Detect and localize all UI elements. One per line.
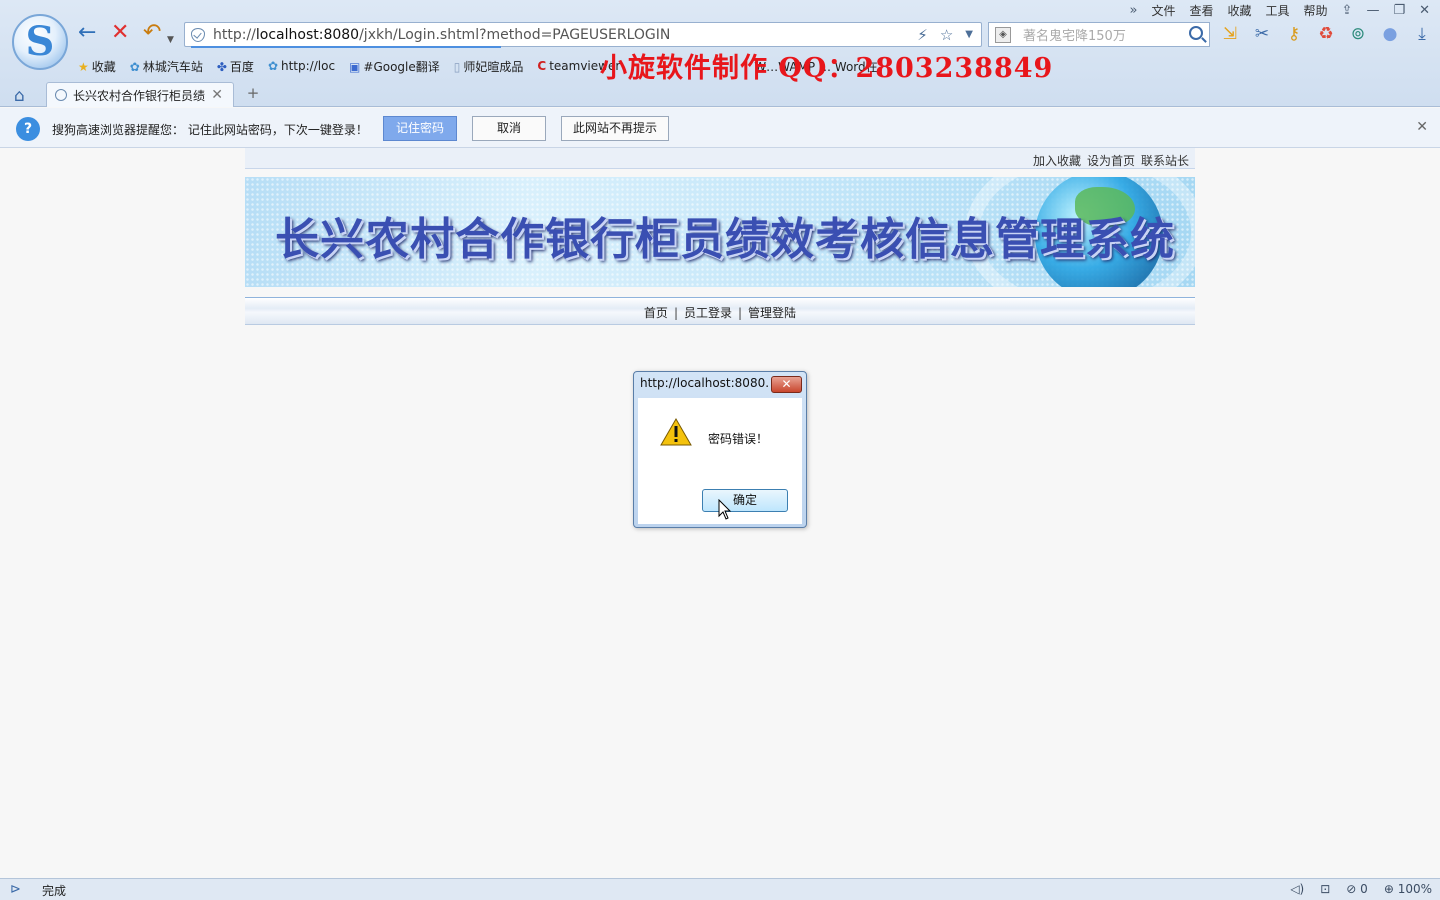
- undo-close-tab-icon[interactable]: ↶: [143, 22, 161, 44]
- login-icon[interactable]: ⇲: [1220, 24, 1240, 44]
- page-icon: ▯: [453, 59, 461, 74]
- site-icon: ✿: [129, 59, 140, 74]
- key-icon[interactable]: ⚷: [1284, 24, 1304, 44]
- site-top-strip: 加入收藏 设为首页 联系站长: [245, 148, 1195, 169]
- baidu-paw-icon: ✤: [216, 59, 227, 74]
- menu-overflow-icon[interactable]: »: [1129, 3, 1137, 18]
- ok-button[interactable]: 确定: [702, 489, 788, 512]
- dialog-close-icon[interactable]: ✕: [771, 376, 802, 393]
- add-favorite-link[interactable]: 加入收藏: [1033, 152, 1081, 169]
- browser-toolbar: S » 文件 查看 收藏 工具 帮助 ⇪ — ❐ ✕ ← ✕ ↶ ▼ http:…: [0, 0, 1440, 107]
- briefcase-icon[interactable]: ⊡: [1320, 882, 1330, 896]
- set-homepage-link[interactable]: 设为首页: [1087, 152, 1135, 169]
- screenshot-scissors-icon[interactable]: ✂: [1252, 24, 1272, 44]
- url-host: localhost:8080: [255, 26, 360, 43]
- nav-separator: |: [738, 306, 743, 320]
- undo-dropdown-icon[interactable]: ▼: [167, 29, 174, 51]
- sogou-browser-logo-icon[interactable]: S: [12, 14, 68, 70]
- nav-separator: |: [673, 306, 678, 320]
- notification-close-icon[interactable]: ✕: [1416, 119, 1428, 135]
- page-load-progress: [191, 46, 501, 48]
- cleaner-icon[interactable]: ♻: [1316, 24, 1336, 44]
- menu-view[interactable]: 查看: [1189, 2, 1213, 19]
- page-favicon-icon: [55, 89, 67, 101]
- home-icon[interactable]: ⌂: [14, 86, 25, 106]
- speed-mode-icon[interactable]: ⚡: [917, 26, 928, 44]
- password-save-notification: ? 搜狗高速浏览器提醒您： 记住此网站密码，下次一键登录！ 记住密码 取消 此网…: [0, 108, 1440, 148]
- nav-staff-login-link[interactable]: 员工登录: [684, 306, 732, 320]
- menu-tools[interactable]: 工具: [1266, 2, 1290, 19]
- restore-icon[interactable]: ❐: [1393, 3, 1405, 18]
- banner-title: 长兴农村合作银行柜员绩效考核信息管理系统: [275, 214, 1175, 265]
- zoom-level[interactable]: ⊕ 100%: [1384, 882, 1432, 896]
- stop-icon[interactable]: ✕: [111, 22, 129, 44]
- zoom-icon: ⊕: [1383, 882, 1398, 896]
- cancel-button[interactable]: 取消: [472, 116, 546, 141]
- status-text: 完成: [42, 884, 67, 898]
- address-url[interactable]: http://localhost:8080/jxkh/Login.shtml?m…: [213, 27, 670, 43]
- remember-password-button[interactable]: 记住密码: [383, 116, 457, 141]
- security-shield-icon: [191, 27, 205, 42]
- bookmark-item[interactable]: ★ 收藏: [78, 58, 116, 75]
- site-icon: ✿: [267, 59, 278, 73]
- menu-favorites[interactable]: 收藏: [1227, 2, 1251, 19]
- bookmark-item[interactable]: ✤ 百度: [217, 58, 254, 75]
- dialog-title: http://localhost:8080...: [640, 376, 768, 390]
- notification-message: 搜狗高速浏览器提醒您： 记住此网站密码，下次一键登录！: [52, 123, 368, 137]
- star-icon: ★: [78, 59, 89, 74]
- chat-bubble-icon[interactable]: ●: [1380, 24, 1400, 44]
- search-input[interactable]: 著名鬼宅降150万: [1023, 25, 1126, 44]
- red-c-icon: C: [537, 59, 547, 73]
- minimize-icon[interactable]: —: [1366, 3, 1379, 18]
- url-scheme: http://: [213, 26, 256, 43]
- mouse-pointer-icon: [718, 499, 732, 520]
- capture-icon[interactable]: ⊚: [1348, 24, 1368, 44]
- search-engine-icon[interactable]: ◈: [995, 26, 1011, 43]
- new-tab-icon[interactable]: +: [238, 84, 268, 104]
- menu-file[interactable]: 文件: [1151, 2, 1175, 19]
- adblock-icon: ⊘: [1346, 882, 1361, 896]
- nav-admin-login-link[interactable]: 管理登陆: [748, 306, 796, 320]
- download-icon[interactable]: ⤓: [1412, 24, 1432, 44]
- adblock-count[interactable]: ⊘ 0: [1346, 882, 1368, 896]
- nav-home-link[interactable]: 首页: [644, 306, 668, 320]
- translate-icon: ▣: [349, 59, 361, 74]
- tab-close-icon[interactable]: ✕: [211, 87, 223, 103]
- bookmark-item[interactable]: ✿ 林城汽车站: [130, 58, 203, 75]
- never-for-site-button[interactable]: 此网站不再提示: [561, 116, 669, 141]
- tab-title: 长兴农村合作银行柜员绩: [73, 88, 206, 103]
- browser-menu: » 文件 查看 收藏 工具 帮助 ⇪ — ❐ ✕: [1129, 2, 1430, 18]
- search-box[interactable]: ◈ 著名鬼宅降150万: [988, 22, 1210, 47]
- toolbar-extensions: ⇲ ✂ ⚷ ♻ ⊚ ● ⤓: [1220, 24, 1432, 44]
- bookmark-item[interactable]: ▯ 师妃暄成品: [454, 58, 524, 75]
- dialog-message: 密码错误！: [708, 432, 769, 446]
- search-icon[interactable]: [1189, 26, 1203, 40]
- address-dropdown-icon[interactable]: ▼: [965, 26, 973, 44]
- sound-icon[interactable]: ◁): [1290, 882, 1304, 896]
- back-arrow-icon[interactable]: ←: [78, 22, 96, 44]
- menu-help[interactable]: 帮助: [1304, 2, 1328, 19]
- bookmark-item[interactable]: ✿ http://loc: [268, 59, 335, 73]
- window-close-icon[interactable]: ✕: [1419, 3, 1430, 18]
- url-path: /jxkh/Login.shtml?method=PAGEUSERLOGIN: [359, 26, 671, 43]
- address-bar[interactable]: http://localhost:8080/jxkh/Login.shtml?m…: [184, 22, 982, 48]
- bookmark-star-icon[interactable]: ☆: [940, 26, 953, 44]
- skin-icon[interactable]: ⇪: [1342, 3, 1353, 18]
- site-banner: 长兴农村合作银行柜员绩效考核信息管理系统: [245, 177, 1195, 287]
- sidebar-toggle-icon[interactable]: ⊳: [10, 882, 21, 897]
- site-nav: 首页 | 员工登录 | 管理登陆: [245, 297, 1195, 325]
- tab-bar: ⌂ 长兴农村合作银行柜员绩 ✕ +: [0, 80, 1440, 107]
- tab-active[interactable]: 长兴农村合作银行柜员绩 ✕: [46, 82, 234, 107]
- warning-icon: [660, 418, 692, 446]
- bookmark-item[interactable]: ▣ #Google翻译: [349, 58, 440, 75]
- contact-admin-link[interactable]: 联系站长: [1141, 152, 1189, 169]
- status-bar: ⊳ 完成 ◁) ⊡ ⊘ 0 ⊕ 100%: [0, 878, 1440, 900]
- info-bulb-icon: ?: [16, 117, 40, 141]
